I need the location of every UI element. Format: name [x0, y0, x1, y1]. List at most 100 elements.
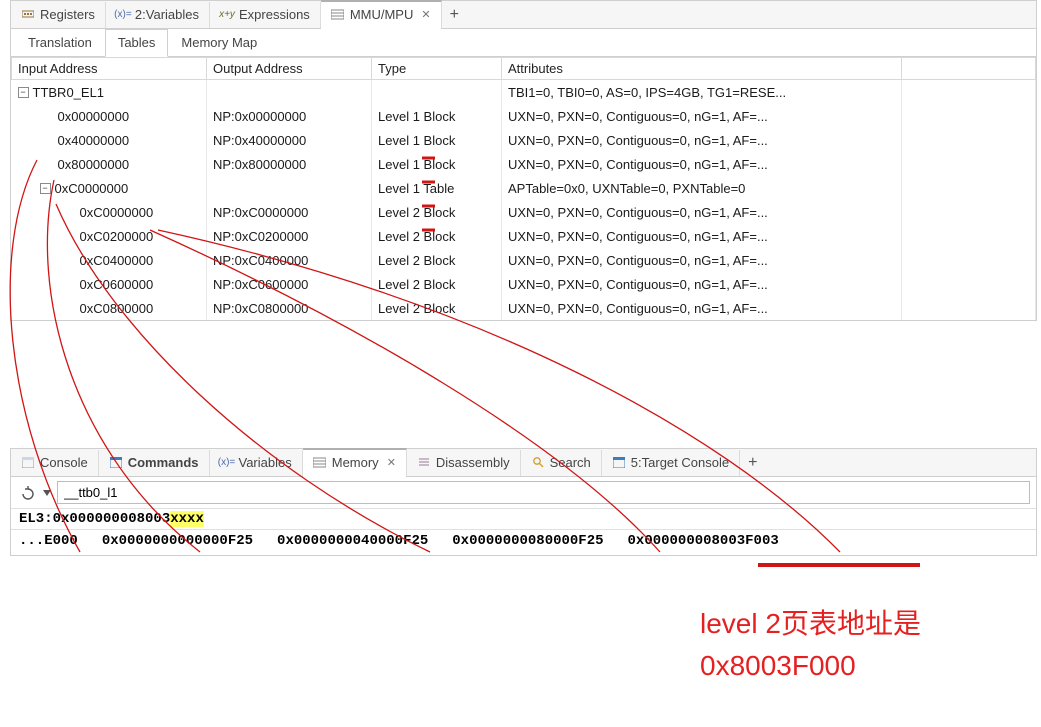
input-address-value: 0xC0000000: [55, 181, 129, 196]
col-attributes[interactable]: Attributes: [502, 58, 902, 80]
tab-label: Commands: [128, 455, 199, 470]
col-output-address[interactable]: Output Address: [207, 58, 372, 80]
tab-label: Memory: [332, 455, 379, 470]
table-row[interactable]: ⋯0xC0400000NP:0xC0400000Level 2 BlockUXN…: [12, 248, 1036, 272]
close-icon[interactable]: ✕: [421, 8, 430, 21]
type-value: [372, 80, 502, 105]
attributes-value: TBI1=0, TBI0=0, AS=0, IPS=4GB, TG1=RESE.…: [502, 80, 902, 105]
memory-row-offset: ...E000: [19, 533, 78, 549]
type-value: Level 1 Block: [372, 104, 502, 128]
table-row[interactable]: ⋯0xC0600000NP:0xC0600000Level 2 BlockUXN…: [12, 272, 1036, 296]
variables-icon: (x)=: [220, 455, 234, 469]
history-back-button[interactable]: [17, 483, 37, 503]
memory-icon: [313, 456, 327, 470]
attributes-value: UXN=0, PXN=0, Contiguous=0, nG=1, AF=...: [502, 104, 902, 128]
table-row[interactable]: ⋯0xC0800000NP:0xC0800000Level 2 BlockUXN…: [12, 296, 1036, 320]
input-address-value: 0x40000000: [58, 133, 130, 148]
add-view-button[interactable]: +: [740, 451, 765, 475]
type-value: Level 1 Block: [372, 152, 502, 176]
disassembly-icon: [417, 455, 431, 469]
tab-label: 2:Variables: [135, 7, 199, 22]
add-view-button[interactable]: +: [442, 3, 467, 27]
variables-icon: (x)=: [116, 7, 130, 21]
collapse-icon[interactable]: −: [40, 183, 51, 194]
annotation-text-1: level 2页表地址是: [700, 602, 921, 642]
input-address-value: 0xC0400000: [80, 253, 154, 268]
attributes-value: UXN=0, PXN=0, Contiguous=0, nG=1, AF=...: [502, 200, 902, 224]
tab-disassembly[interactable]: Disassembly: [407, 450, 521, 476]
target-console-icon: [612, 455, 626, 469]
tab-label: Registers: [40, 7, 95, 22]
attributes-value: UXN=0, PXN=0, Contiguous=0, nG=1, AF=...: [502, 296, 902, 320]
history-dropdown-button[interactable]: [41, 483, 53, 503]
col-extra[interactable]: [902, 58, 1036, 80]
table-row[interactable]: ⋯0x80000000NP:0x80000000Level 1 BlockUXN…: [12, 152, 1036, 176]
mmu-view-panel: Registers (x)= 2:Variables x+y Expressio…: [10, 0, 1037, 321]
col-input-address[interactable]: Input Address: [12, 58, 207, 80]
tables-grid: Input Address Output Address Type Attrib…: [11, 57, 1036, 320]
subtab-memory-map[interactable]: Memory Map: [168, 29, 270, 57]
registers-icon: [21, 7, 35, 21]
address-highlight: xxxx: [170, 511, 204, 527]
bottom-tab-bar: Console Commands (x)= Variables Memory ✕…: [11, 449, 1036, 477]
address-prefix: EL3:0x000000008003: [19, 511, 170, 527]
output-address-value: NP:0x40000000: [207, 128, 372, 152]
type-value: Level 2 Block: [372, 200, 502, 224]
table-row[interactable]: ⋯0x00000000NP:0x00000000Level 1 BlockUXN…: [12, 104, 1036, 128]
table-row[interactable]: ⋯0x40000000NP:0x40000000Level 1 BlockUXN…: [12, 128, 1036, 152]
type-value: Level 2 Block: [372, 296, 502, 320]
tab-label: Console: [40, 455, 88, 470]
output-address-value: [207, 176, 372, 200]
memory-data-row: ...E000 0x0000000000000F25 0x00000000400…: [11, 530, 1036, 555]
memory-view-panel: Console Commands (x)= Variables Memory ✕…: [10, 448, 1037, 556]
table-row[interactable]: ⋯0xC0200000NP:0xC0200000Level 2 BlockUXN…: [12, 224, 1036, 248]
subtab-tables[interactable]: Tables: [105, 29, 169, 57]
tab-commands[interactable]: Commands: [99, 450, 210, 476]
tab-console[interactable]: Console: [11, 450, 99, 476]
memory-word[interactable]: 0x000000008003F003: [628, 533, 779, 549]
memory-word[interactable]: 0x0000000040000F25: [277, 533, 428, 549]
tab-label: Disassembly: [436, 455, 510, 470]
input-address-value: 0x80000000: [58, 157, 130, 172]
output-address-value: NP:0x00000000: [207, 104, 372, 128]
attributes-value: UXN=0, PXN=0, Contiguous=0, nG=1, AF=...: [502, 224, 902, 248]
tab-mmu-mpu[interactable]: MMU/MPU ✕: [321, 0, 442, 28]
tab-search[interactable]: Search: [521, 450, 602, 476]
tab-variables-bottom[interactable]: (x)= Variables: [210, 450, 303, 476]
top-tab-bar: Registers (x)= 2:Variables x+y Expressio…: [11, 1, 1036, 29]
tab-expressions[interactable]: x+y Expressions: [210, 2, 321, 28]
type-value: Level 1 Table: [372, 176, 502, 200]
tab-memory[interactable]: Memory ✕: [303, 448, 407, 476]
tab-label: Variables: [239, 455, 292, 470]
table-row[interactable]: ⋯0xC0000000NP:0xC0000000Level 2 BlockUXN…: [12, 200, 1036, 224]
tab-registers[interactable]: Registers: [11, 2, 106, 28]
tab-label: Search: [550, 455, 591, 470]
col-type[interactable]: Type: [372, 58, 502, 80]
table-row[interactable]: −0xC0000000 Level 1 TableAPTable=0x0, UXN…: [12, 176, 1036, 200]
console-icon: [21, 455, 35, 469]
memory-word[interactable]: 0x0000000000000F25: [102, 533, 253, 549]
memory-word[interactable]: 0x0000000080000F25: [452, 533, 603, 549]
collapse-icon[interactable]: −: [18, 87, 29, 98]
tab-variables[interactable]: (x)= 2:Variables: [106, 2, 210, 28]
subtab-translation[interactable]: Translation: [15, 29, 105, 57]
attributes-value: UXN=0, PXN=0, Contiguous=0, nG=1, AF=...: [502, 248, 902, 272]
output-address-value: NP:0x80000000: [207, 152, 372, 176]
memory-address-input[interactable]: [57, 481, 1030, 504]
input-address-value: TTBR0_EL1: [33, 85, 105, 100]
memory-toolbar: [11, 477, 1036, 509]
memory-address-readout: EL3:0x000000008003xxxx: [11, 509, 1036, 530]
output-address-value: NP:0xC0600000: [207, 272, 372, 296]
type-value: Level 2 Block: [372, 272, 502, 296]
table-row[interactable]: −TTBR0_EL1 TBI1=0, TBI0=0, AS=0, IPS=4GB,…: [12, 80, 1036, 105]
attributes-value: UXN=0, PXN=0, Contiguous=0, nG=1, AF=...: [502, 152, 902, 176]
table-header-row: Input Address Output Address Type Attrib…: [12, 58, 1036, 80]
output-address-value: NP:0xC0800000: [207, 296, 372, 320]
close-icon[interactable]: ✕: [387, 456, 396, 469]
input-address-value: 0x00000000: [58, 109, 130, 124]
attributes-value: UXN=0, PXN=0, Contiguous=0, nG=1, AF=...: [502, 272, 902, 296]
tab-target-console[interactable]: 5:Target Console: [602, 450, 740, 476]
type-value: Level 2 Block: [372, 248, 502, 272]
input-address-value: 0xC0000000: [80, 205, 154, 220]
attributes-value: APTable=0x0, UXNTable=0, PXNTable=0: [502, 176, 902, 200]
